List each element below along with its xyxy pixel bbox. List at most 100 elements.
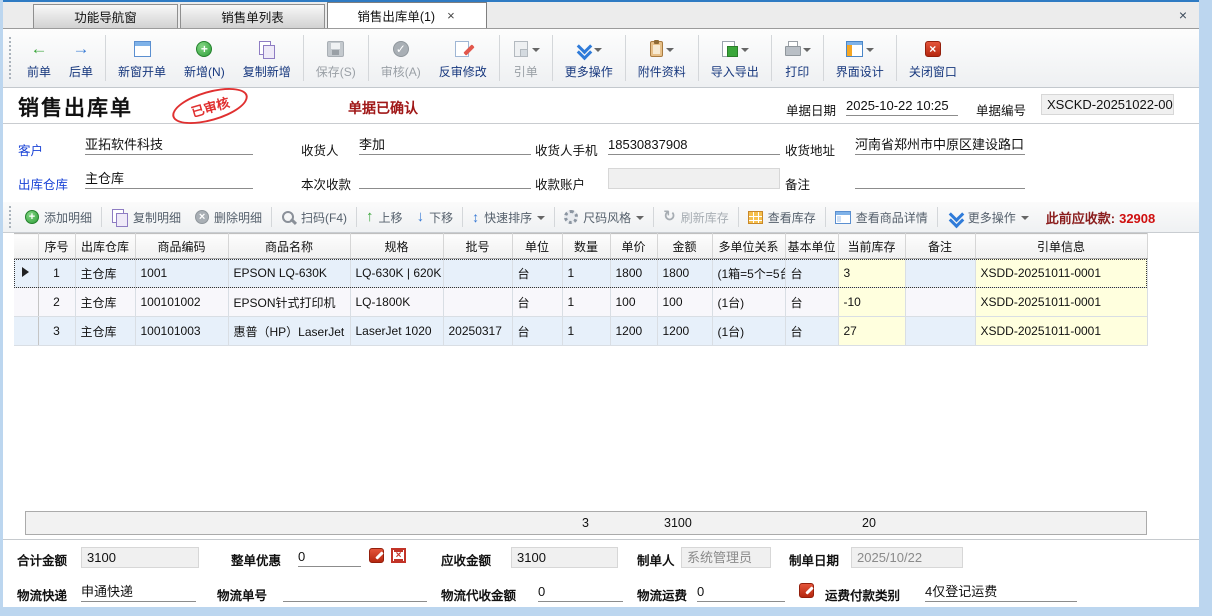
- address-field[interactable]: 河南省郑州市中原区建设路口: [855, 135, 1025, 155]
- freight-type-field[interactable]: 4仅登记运费: [925, 582, 1077, 602]
- consignee-field[interactable]: 李加: [359, 135, 531, 155]
- cell[interactable]: [905, 259, 975, 288]
- cell[interactable]: [443, 288, 512, 317]
- cell[interactable]: XSDD-20251011-0001: [975, 259, 1147, 288]
- cell[interactable]: LaserJet 1020: [350, 317, 443, 346]
- discount-edit-icon[interactable]: [369, 548, 384, 563]
- customer-label[interactable]: 客户: [18, 140, 43, 159]
- column-header[interactable]: 规格: [350, 234, 443, 259]
- cell[interactable]: (1箱=5个=5台): [712, 259, 785, 288]
- express-field[interactable]: 申通快递: [81, 582, 196, 602]
- column-header[interactable]: 金额: [657, 234, 712, 259]
- copy-new-button[interactable]: 复制新增: [234, 34, 300, 83]
- cell[interactable]: -10: [838, 288, 905, 317]
- cod-field[interactable]: 0: [538, 582, 623, 602]
- column-header[interactable]: 序号: [38, 234, 75, 259]
- cell[interactable]: 100: [610, 288, 657, 317]
- cell[interactable]: [905, 317, 975, 346]
- copy-detail-button[interactable]: 复制明细: [104, 209, 188, 226]
- cell[interactable]: 主仓库: [75, 259, 135, 288]
- cell[interactable]: 台: [512, 317, 562, 346]
- freight-field[interactable]: 0: [697, 582, 785, 602]
- cell[interactable]: 100101002: [135, 288, 228, 317]
- column-header[interactable]: 单位: [512, 234, 562, 259]
- audit-button[interactable]: ✓审核(A): [372, 34, 430, 83]
- cell[interactable]: 3: [838, 259, 905, 288]
- table-row[interactable]: 2 主仓库 100101002 EPSON针式打印机 LQ-1800K 台 1 …: [14, 288, 1147, 317]
- cell[interactable]: 1001: [135, 259, 228, 288]
- prev-doc-button[interactable]: ←前单: [18, 34, 60, 83]
- move-down-button[interactable]: ↓下移: [410, 208, 461, 226]
- phone-field[interactable]: 18530837908: [608, 135, 780, 155]
- refresh-stock-button[interactable]: ↻刷新库存: [656, 208, 736, 226]
- import-export-button[interactable]: 导入导出: [702, 34, 768, 83]
- warehouse-label[interactable]: 出库仓库: [18, 174, 68, 193]
- cell[interactable]: 主仓库: [75, 317, 135, 346]
- ui-design-button[interactable]: 界面设计: [827, 34, 893, 83]
- delete-detail-button[interactable]: ×删除明细: [188, 209, 269, 226]
- pull-order-button[interactable]: 引单: [503, 34, 549, 83]
- cell[interactable]: (1台): [712, 288, 785, 317]
- row-selector-cell[interactable]: [14, 288, 38, 317]
- tab-close-icon[interactable]: ×: [445, 8, 457, 23]
- column-header[interactable]: 商品名称: [228, 234, 350, 259]
- print-button[interactable]: 打印: [775, 34, 820, 83]
- column-header[interactable]: 出库仓库: [75, 234, 135, 259]
- table-row[interactable]: 1 主仓库 1001 EPSON LQ-630K LQ-630K | 620K …: [14, 259, 1147, 288]
- cell[interactable]: EPSON LQ-630K: [228, 259, 350, 288]
- cell[interactable]: 1: [562, 259, 610, 288]
- view-stock-button[interactable]: 查看库存: [741, 209, 823, 226]
- discount-field[interactable]: 0: [298, 547, 361, 567]
- customer-field[interactable]: 亚拓软件科技: [85, 135, 253, 155]
- unaudit-button[interactable]: 反审修改: [430, 34, 496, 83]
- column-header[interactable]: 当前库存: [838, 234, 905, 259]
- freight-edit-icon[interactable]: [799, 583, 814, 598]
- cell[interactable]: 20250317: [443, 317, 512, 346]
- cell[interactable]: [905, 288, 975, 317]
- column-header[interactable]: 备注: [905, 234, 975, 259]
- size-style-button[interactable]: 尺码风格: [557, 209, 651, 226]
- cell[interactable]: LQ-1800K: [350, 288, 443, 317]
- trackno-field[interactable]: [283, 582, 427, 602]
- next-doc-button[interactable]: →后单: [60, 34, 102, 83]
- rounding-seal-icon[interactable]: ×: [391, 548, 406, 563]
- cell[interactable]: 100101003: [135, 317, 228, 346]
- cell[interactable]: 1200: [610, 317, 657, 346]
- cell[interactable]: EPSON针式打印机: [228, 288, 350, 317]
- cell[interactable]: 3: [38, 317, 75, 346]
- view-product-button[interactable]: 查看商品详情: [828, 209, 935, 226]
- doc-date-field[interactable]: 2025-10-22 10:25: [846, 96, 958, 116]
- panel-close-icon[interactable]: ×: [1179, 7, 1187, 23]
- tab-nav-window[interactable]: 功能导航窗: [33, 4, 178, 28]
- cell[interactable]: 100: [657, 288, 712, 317]
- cell[interactable]: 1200: [657, 317, 712, 346]
- cell[interactable]: 2: [38, 288, 75, 317]
- cell[interactable]: 惠普（HP）LaserJet: [228, 317, 350, 346]
- tab-sales-list[interactable]: 销售单列表: [180, 4, 325, 28]
- cell[interactable]: 台: [785, 317, 838, 346]
- cell[interactable]: XSDD-20251011-0001: [975, 317, 1147, 346]
- cell[interactable]: 27: [838, 317, 905, 346]
- cell[interactable]: XSDD-20251011-0001: [975, 288, 1147, 317]
- add-new-button[interactable]: +新增(N): [175, 34, 234, 83]
- row-selector-cell[interactable]: [14, 317, 38, 346]
- cell[interactable]: 1: [562, 317, 610, 346]
- column-header[interactable]: 基本单位: [785, 234, 838, 259]
- new-window-order-button[interactable]: 新窗开单: [109, 34, 175, 83]
- row-selector-cell[interactable]: [14, 259, 38, 288]
- table-row[interactable]: 3 主仓库 100101003 惠普（HP）LaserJet LaserJet …: [14, 317, 1147, 346]
- cell[interactable]: 1: [562, 288, 610, 317]
- column-header[interactable]: 商品编码: [135, 234, 228, 259]
- column-header[interactable]: 引单信息: [975, 234, 1147, 259]
- cell[interactable]: 主仓库: [75, 288, 135, 317]
- detail-toolbar-grip[interactable]: [9, 206, 14, 228]
- cell[interactable]: (1台): [712, 317, 785, 346]
- cell[interactable]: 1: [38, 259, 75, 288]
- scan-button[interactable]: 扫码(F4): [274, 209, 354, 226]
- cell[interactable]: 台: [512, 259, 562, 288]
- add-detail-button[interactable]: +添加明细: [18, 209, 99, 226]
- toolbar-grip[interactable]: [9, 37, 14, 79]
- more-actions-button[interactable]: 更多操作: [556, 34, 622, 83]
- move-up-button[interactable]: ↑上移: [359, 208, 410, 226]
- cell[interactable]: [443, 259, 512, 288]
